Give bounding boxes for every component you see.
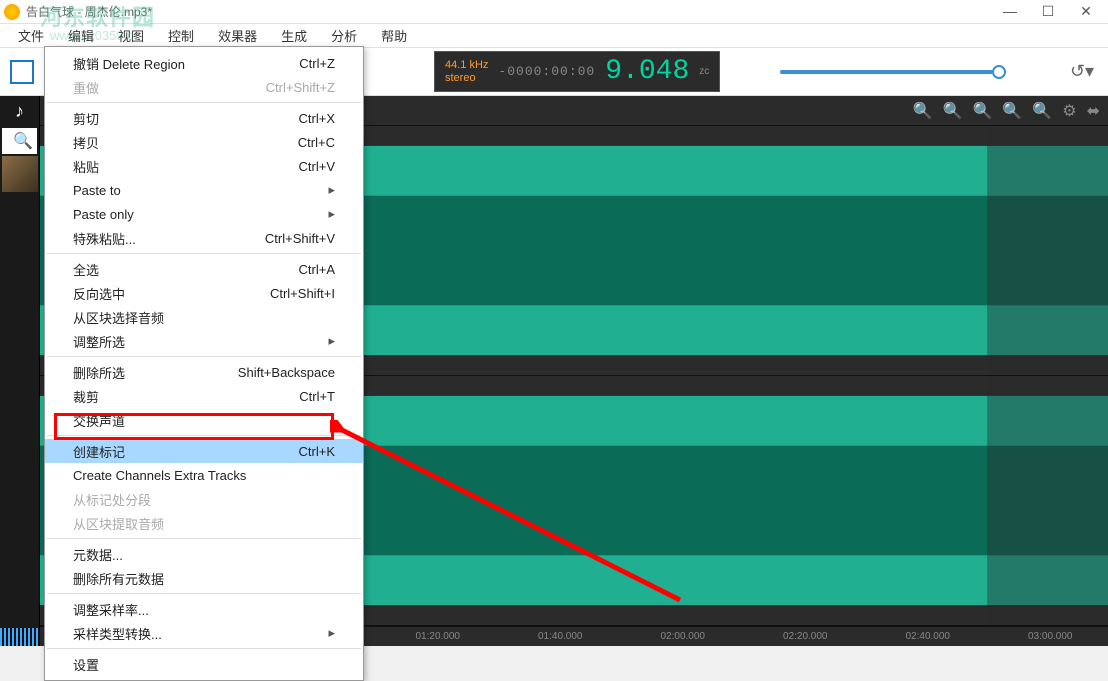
time-tick: 02:40.000 bbox=[906, 631, 951, 642]
menu-item[interactable]: 创建标记Ctrl+K bbox=[45, 439, 363, 463]
track-thumbnail[interactable] bbox=[2, 156, 38, 192]
menu-item: 从区块提取音频 bbox=[45, 511, 363, 535]
time-tick: 03:00.000 bbox=[1028, 631, 1073, 642]
menu-item[interactable]: 交换声道 bbox=[45, 408, 363, 432]
menu-item[interactable]: 删除所选Shift+Backspace bbox=[45, 360, 363, 384]
time-tick: 01:40.000 bbox=[538, 631, 583, 642]
maximize-button[interactable]: ☐ bbox=[1038, 3, 1058, 20]
search-input[interactable]: 🔍 bbox=[2, 128, 37, 154]
menu-item[interactable]: 采样类型转换...▸ bbox=[45, 621, 363, 645]
fith-icon[interactable]: ⬌ bbox=[1087, 101, 1100, 121]
zoom-in-icon[interactable]: 🔍 bbox=[913, 101, 933, 121]
close-button[interactable]: ✕ bbox=[1076, 3, 1096, 20]
position-display: 9.048 bbox=[605, 56, 689, 87]
menu-item[interactable]: Paste only▸ bbox=[45, 202, 363, 226]
menu-item[interactable]: 调整采样率... bbox=[45, 597, 363, 621]
menu-generate[interactable]: 生成 bbox=[269, 24, 319, 47]
menu-view[interactable]: 视图 bbox=[106, 24, 156, 47]
menu-item[interactable]: 剪切Ctrl+X bbox=[45, 106, 363, 130]
time-tick: 01:20.000 bbox=[416, 631, 461, 642]
zoom-slider-thumb[interactable] bbox=[992, 65, 1006, 79]
selection-tool[interactable] bbox=[10, 60, 34, 84]
menu-help[interactable]: 帮助 bbox=[369, 24, 419, 47]
menu-item[interactable]: 反向选中Ctrl+Shift+I bbox=[45, 281, 363, 305]
menu-item[interactable]: Paste to▸ bbox=[45, 178, 363, 202]
left-sidebar: ♪ 🔍 bbox=[0, 96, 40, 646]
position-unit: zc bbox=[699, 66, 709, 77]
history-icon[interactable]: ↺▾ bbox=[1066, 61, 1098, 82]
zoom-slider-wrap bbox=[780, 70, 1066, 74]
menu-item[interactable]: Create Channels Extra Tracks bbox=[45, 463, 363, 487]
title-bar: 告白气球 - 周杰伦.mp3* — ☐ ✕ bbox=[0, 0, 1108, 24]
menu-item[interactable]: 调整所选▸ bbox=[45, 329, 363, 353]
menu-item[interactable]: 粘贴Ctrl+V bbox=[45, 154, 363, 178]
menu-edit[interactable]: 编辑 bbox=[56, 24, 106, 47]
menu-item[interactable]: 裁剪Ctrl+T bbox=[45, 384, 363, 408]
menu-item: 重做Ctrl+Shift+Z bbox=[45, 75, 363, 99]
menu-analyze[interactable]: 分析 bbox=[319, 24, 369, 47]
time-tick: 02:20.000 bbox=[783, 631, 828, 642]
zoom-out-icon[interactable]: 🔍 bbox=[943, 101, 963, 121]
time-tick: 02:00.000 bbox=[661, 631, 706, 642]
zoom-fit-icon[interactable]: 🔍 bbox=[972, 101, 992, 121]
menu-control[interactable]: 控制 bbox=[156, 24, 206, 47]
info-panel: 44.1 kHzstereo -0000:00:00 9.048 zc bbox=[434, 51, 720, 92]
menu-item[interactable]: 从区块选择音频 bbox=[45, 305, 363, 329]
menu-item[interactable]: 删除所有元数据 bbox=[45, 566, 363, 590]
menu-item[interactable]: 拷贝Ctrl+C bbox=[45, 130, 363, 154]
menu-bar: 文件 编辑 视图 控制 效果器 生成 分析 帮助 bbox=[0, 24, 1108, 48]
zoom-100-icon[interactable]: 🔍 bbox=[1032, 101, 1052, 121]
menu-item[interactable]: 设置 bbox=[45, 652, 363, 676]
menu-file[interactable]: 文件 bbox=[6, 24, 56, 47]
minimize-button[interactable]: — bbox=[1000, 3, 1020, 20]
menu-item[interactable]: 撤销 Delete RegionCtrl+Z bbox=[45, 51, 363, 75]
zoom-sel-icon[interactable]: 🔍 bbox=[1002, 101, 1022, 121]
window-title: 告白气球 - 周杰伦.mp3* bbox=[26, 3, 1000, 20]
app-icon bbox=[4, 4, 20, 20]
menu-item[interactable]: 元数据... bbox=[45, 542, 363, 566]
menu-item[interactable]: 全选Ctrl+A bbox=[45, 257, 363, 281]
menu-item: 从标记处分段 bbox=[45, 487, 363, 511]
sample-rate: 44.1 kHzstereo bbox=[445, 59, 488, 83]
zoom-slider[interactable] bbox=[780, 70, 1006, 74]
menu-item[interactable]: 特殊粘贴...Ctrl+Shift+V bbox=[45, 226, 363, 250]
music-icon[interactable]: ♪ bbox=[0, 96, 39, 126]
window-controls: — ☐ ✕ bbox=[1000, 3, 1104, 20]
level-meter bbox=[0, 628, 40, 646]
menu-effects[interactable]: 效果器 bbox=[206, 24, 269, 47]
edit-dropdown-menu: 撤销 Delete RegionCtrl+Z重做Ctrl+Shift+Z 剪切Ct… bbox=[44, 46, 364, 681]
settings-icon[interactable]: ⚙ bbox=[1062, 101, 1076, 121]
time-counter: -0000:00:00 bbox=[498, 64, 595, 79]
